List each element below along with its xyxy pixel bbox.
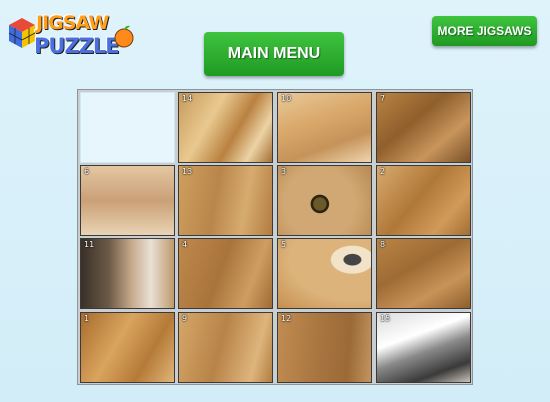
more-jigsaws-button[interactable]: MORE JIGSAWS xyxy=(432,16,537,46)
tile-number: 13 xyxy=(182,167,193,176)
logo-word-puzzle: PUZZLE xyxy=(34,34,120,58)
puzzle-board: 14 10 7 6 13 3 2 11 4 5 8 1 9 12 15 xyxy=(77,89,473,385)
puzzle-tile[interactable]: 4 xyxy=(178,238,273,309)
puzzle-tile[interactable]: 11 xyxy=(80,238,175,309)
puzzle-tile[interactable]: 10 xyxy=(277,92,372,163)
puzzle-tile[interactable]: 1 xyxy=(80,312,175,383)
main-menu-button[interactable]: MAIN MENU xyxy=(204,32,344,76)
logo-word-jigsaw: JIGSAW xyxy=(36,12,109,34)
tile-number: 15 xyxy=(380,314,391,323)
tile-number: 2 xyxy=(380,167,386,176)
tile-number: 8 xyxy=(380,240,386,249)
puzzle-tile[interactable]: 15 xyxy=(376,312,471,383)
apple-icon xyxy=(114,25,134,48)
puzzle-tile[interactable]: 14 xyxy=(178,92,273,163)
jigsaw-puzzle-logo: JIGSAW PUZZLE xyxy=(8,10,134,60)
puzzle-tile[interactable]: 9 xyxy=(178,312,273,383)
tile-number: 7 xyxy=(380,94,386,103)
tile-number: 1 xyxy=(84,314,90,323)
tile-number: 11 xyxy=(84,240,95,249)
puzzle-tile[interactable]: 8 xyxy=(376,238,471,309)
puzzle-tile[interactable]: 7 xyxy=(376,92,471,163)
tile-number: 6 xyxy=(84,167,90,176)
tile-number: 10 xyxy=(281,94,292,103)
rubiks-cube-icon xyxy=(8,18,36,48)
tile-number: 3 xyxy=(281,167,287,176)
tile-number: 4 xyxy=(182,240,188,249)
tile-number: 12 xyxy=(281,314,292,323)
puzzle-tile[interactable]: 12 xyxy=(277,312,372,383)
puzzle-tile[interactable]: 6 xyxy=(80,165,175,236)
puzzle-tile[interactable]: 2 xyxy=(376,165,471,236)
puzzle-tile[interactable]: 3 xyxy=(277,165,372,236)
tile-number: 14 xyxy=(182,94,193,103)
tile-number: 5 xyxy=(281,240,287,249)
tile-number: 9 xyxy=(182,314,188,323)
puzzle-tile[interactable]: 13 xyxy=(178,165,273,236)
empty-tile-slot[interactable] xyxy=(80,92,175,163)
puzzle-tile[interactable]: 5 xyxy=(277,238,372,309)
